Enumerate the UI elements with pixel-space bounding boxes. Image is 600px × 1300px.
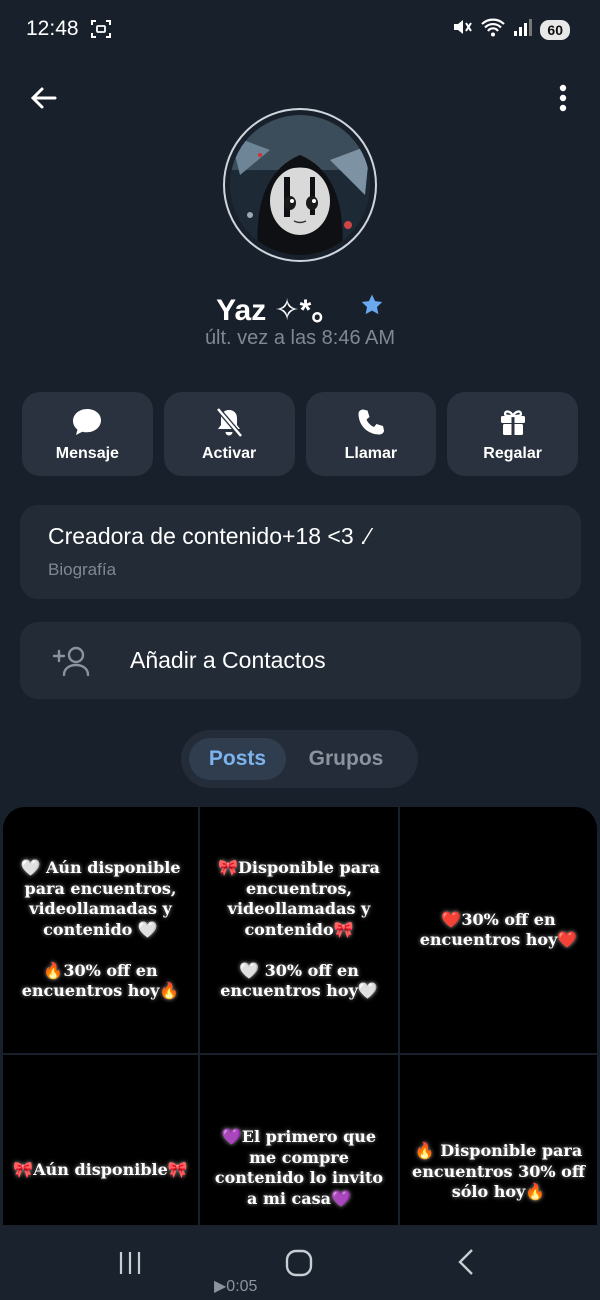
gift-button[interactable]: Regalar (447, 392, 578, 476)
back-button[interactable] (26, 82, 60, 114)
avatar-image (230, 115, 370, 255)
post-text: 🤍 Aún disponible para encuentros, videol… (20, 858, 181, 1001)
status-icons: 60 (451, 16, 570, 43)
profile-name: Yaz ✧*。 (216, 294, 342, 327)
post-text: 🎀Aún disponible🎀 (13, 1160, 188, 1179)
wifi-icon (480, 16, 506, 43)
last-seen-status: últ. vez a las 8:46 AM (204, 327, 396, 349)
post-text: ❤️30% off en encuentros hoy❤️ (419, 909, 578, 950)
video-duration: ▶0:05 (214, 1278, 258, 1295)
status-time: 12:48 (26, 17, 79, 40)
post-tile[interactable]: ❤️30% off en encuentros hoy❤️ (400, 807, 597, 1053)
recent-apps-button[interactable] (117, 1250, 143, 1281)
gift-icon (498, 405, 528, 439)
arrow-left-icon (30, 87, 57, 109)
status-bar: 12:48 60 (0, 0, 600, 60)
post-text: 🔥 Disponible para encuentros 30% off sól… (412, 1141, 585, 1201)
chevron-left-icon (458, 1249, 473, 1275)
post-tile[interactable]: 🎀Aún disponible🎀 (3, 1055, 198, 1225)
bio-card[interactable]: Creadora de contenido+18 <3 .⁄ Biografía (20, 505, 581, 599)
call-label: Llamar (344, 445, 398, 462)
posts-grid: 🤍 Aún disponible para encuentros, videol… (3, 807, 597, 1227)
post-tile[interactable]: 🤍 Aún disponible para encuentros, videol… (3, 807, 198, 1053)
post-tile[interactable]: 🔥 Disponible para encuentros 30% off sól… (400, 1055, 597, 1225)
bio-label: Biografía (48, 560, 117, 579)
add-contact-button[interactable]: Añadir a Contactos (20, 622, 581, 699)
unmute-button[interactable]: Activar (163, 392, 295, 476)
mute-icon (451, 16, 473, 43)
kebab-menu-icon (559, 84, 567, 112)
tab-groups[interactable]: Grupos (286, 738, 406, 780)
profile-name-row: Yaz ✧*。 (0, 285, 600, 329)
system-back-button[interactable] (455, 1248, 477, 1281)
profile-avatar[interactable] (223, 108, 377, 262)
home-icon (285, 1249, 313, 1277)
media-tabs: Posts Grupos (181, 730, 418, 788)
premium-star-icon[interactable] (360, 293, 384, 322)
chat-bubble-icon (71, 405, 103, 439)
post-tile[interactable]: 💜El primero que me compre contenido lo i… (200, 1055, 398, 1225)
phone-icon (356, 405, 386, 439)
post-text: 🎀Disponible para encuentros, videollamad… (218, 858, 380, 1001)
tab-posts[interactable]: Posts (189, 738, 286, 780)
unmute-label: Activar (202, 445, 257, 462)
post-text: 💜El primero que me compre contenido lo i… (214, 1127, 384, 1208)
system-navigation-bar: ▶0:05 (0, 1226, 600, 1300)
battery-indicator: 60 (540, 19, 570, 40)
home-button[interactable] (285, 1249, 313, 1282)
post-tile[interactable]: 🎀Disponible para encuentros, videollamad… (200, 807, 398, 1053)
bio-text: Creadora de contenido+18 <3 .⁄ (48, 523, 371, 549)
add-contact-label: Añadir a Contactos (130, 647, 326, 673)
call-button[interactable]: Llamar (305, 392, 437, 476)
screenshot-icon (90, 18, 112, 45)
more-options-button[interactable] (550, 80, 576, 116)
message-label: Mensaje (55, 445, 119, 462)
action-buttons: Mensaje Activar Llamar Regalar (22, 392, 578, 476)
bell-off-icon (214, 405, 244, 439)
add-person-icon (52, 645, 92, 677)
signal-icon (513, 17, 533, 42)
recent-apps-icon (119, 1252, 141, 1274)
message-button[interactable]: Mensaje (22, 392, 153, 476)
gift-label: Regalar (483, 445, 542, 462)
